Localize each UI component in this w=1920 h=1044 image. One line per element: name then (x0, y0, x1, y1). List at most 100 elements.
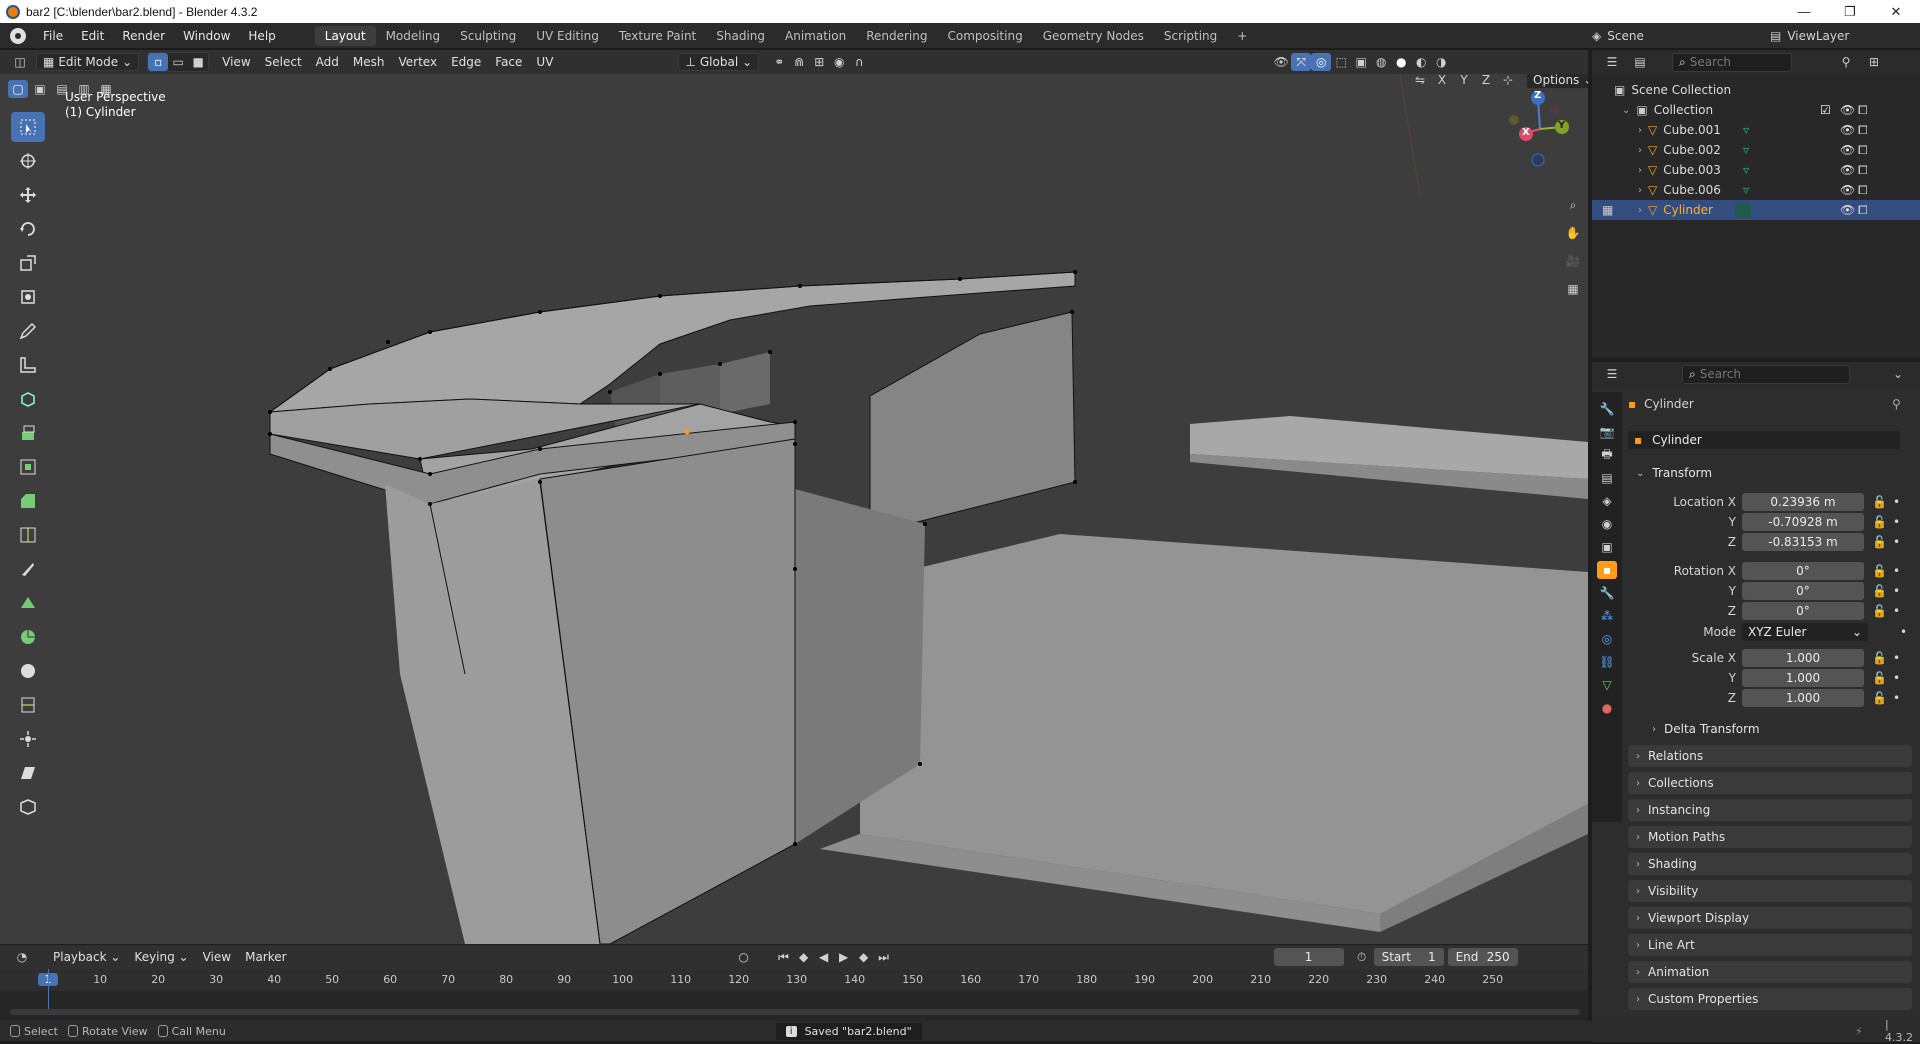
menu-add[interactable]: Add (309, 53, 346, 71)
location-z-field[interactable]: -0.83153 m (1742, 533, 1864, 551)
minimize-button[interactable]: — (1781, 0, 1827, 23)
jump-start-icon[interactable]: ⏮ (774, 948, 794, 966)
jump-end-icon[interactable]: ⏭ (874, 948, 894, 966)
keyframe-dot-icon[interactable]: • (1893, 564, 1900, 578)
outliner-item-cube-001[interactable]: › ▽ Cube.001 ▿ 👁 ⧠ (1592, 120, 1920, 140)
lock-icon[interactable]: 🔓 (1872, 651, 1887, 665)
smooth-tool[interactable] (11, 656, 45, 686)
new-collection-icon[interactable]: ⊞ (1864, 53, 1884, 71)
menu-mesh[interactable]: Mesh (346, 53, 392, 71)
outliner-item-cylinder[interactable]: ▦ › ▽ Cylinder 👁 ⧠ (1592, 200, 1920, 220)
loop-cut-tool[interactable] (11, 520, 45, 550)
menu-select[interactable]: Select (258, 53, 309, 71)
keyframe-dot-icon[interactable]: • (1893, 671, 1900, 685)
start-frame-field[interactable]: Start 1 (1373, 948, 1444, 966)
panel-animation[interactable]: › Animation (1628, 961, 1912, 983)
panel-collections[interactable]: › Collections (1628, 772, 1912, 794)
poly-build-tool[interactable] (11, 588, 45, 618)
panel-custom-properties[interactable]: › Custom Properties (1628, 988, 1912, 1010)
menu-uv[interactable]: UV (529, 53, 560, 71)
scene-selector[interactable]: ◈ Scene (1592, 26, 1742, 46)
render-camera-icon[interactable]: ⧠ (1858, 203, 1868, 218)
next-keyframe-icon[interactable]: ◆ (854, 948, 874, 966)
render-camera-icon[interactable]: ⧠ (1858, 163, 1868, 178)
panel-relations[interactable]: › Relations (1628, 745, 1912, 767)
modifiers-tab-icon[interactable]: 🔧 (1597, 584, 1617, 602)
grid-perspective-icon[interactable]: ▦ (1563, 280, 1583, 298)
editor-type-icon[interactable]: ◫ (10, 53, 30, 71)
navigation-gizmo[interactable]: Z Y X (1500, 89, 1580, 169)
collection-tab-icon[interactable]: ▣ (1597, 538, 1617, 556)
menu-timeline-view[interactable]: View (196, 948, 238, 966)
eye-icon[interactable]: 👁 (1840, 203, 1855, 217)
3d-viewport[interactable]: ▢ ▣ ▤ ▥ ▦ User Perspective (1) Cylinder … (0, 74, 1588, 944)
lock-icon[interactable]: 🔓 (1872, 671, 1887, 685)
lock-icon[interactable]: 🔓 (1872, 584, 1887, 598)
panel-motion-paths[interactable]: › Motion Paths (1628, 826, 1912, 848)
constraints-tab-icon[interactable]: ⛓ (1597, 653, 1617, 671)
panel-line-art[interactable]: › Line Art (1628, 934, 1912, 956)
zoom-icon[interactable]: ⌕ (1563, 196, 1583, 214)
render-tab-icon[interactable]: 📷 (1597, 423, 1617, 441)
scale-tool[interactable] (11, 248, 45, 278)
face-select-icon[interactable]: ■ (188, 53, 208, 71)
tab-uv-editing[interactable]: UV Editing (526, 26, 609, 46)
add-cube-tool[interactable] (11, 384, 45, 414)
select-box-tool[interactable] (11, 112, 45, 142)
outliner-collection[interactable]: ⌄ ▣ Collection ☑ 👁 ⧠ (1592, 100, 1920, 120)
panel-shading[interactable]: › Shading (1628, 853, 1912, 875)
lock-icon[interactable]: 🔓 (1872, 691, 1887, 705)
rotation-mode-dropdown[interactable]: XYZ Euler ⌄ (1742, 623, 1868, 641)
spin-tool[interactable] (11, 622, 45, 652)
keyframe-dot-icon[interactable]: • (1900, 625, 1907, 639)
viewlayer-selector[interactable]: ▤ ViewLayer (1770, 26, 1910, 46)
scale-y-field[interactable]: 1.000 (1742, 669, 1864, 687)
close-button[interactable]: ✕ (1873, 0, 1919, 23)
scene-tab-icon[interactable]: ◈ (1597, 492, 1617, 510)
timeline-scrollbar[interactable] (10, 1009, 1580, 1015)
scale-x-field[interactable]: 1.000 (1742, 649, 1864, 667)
outliner-item-cube-002[interactable]: › ▽ Cube.002 ▿ 👁 ⧠ (1592, 140, 1920, 160)
timeline-ruler[interactable]: 1102030405060708090100110120130140150160… (0, 969, 1588, 991)
rendered-shading-icon[interactable]: ◑ (1431, 53, 1451, 71)
tab-geometry-nodes[interactable]: Geometry Nodes (1033, 26, 1154, 46)
keyframe-dot-icon[interactable]: • (1893, 584, 1900, 598)
tool-tab-icon[interactable]: 🔧 (1597, 400, 1617, 418)
data-tab-icon[interactable]: ▽ (1597, 676, 1617, 694)
timeline-body[interactable]: 1102030405060708090100110120130140150160… (0, 969, 1588, 1021)
eye-icon[interactable]: 👁 (1840, 183, 1855, 197)
mesh-overlays-icon[interactable]: ⬚ (1331, 53, 1351, 71)
chevron-down-icon[interactable]: ⌄ (1888, 365, 1908, 383)
location-y-field[interactable]: -0.70928 m (1742, 513, 1864, 531)
prev-keyframe-icon[interactable]: ◆ (794, 948, 814, 966)
lock-icon[interactable]: 🔓 (1872, 564, 1887, 578)
properties-search[interactable]: ⌕ Search (1682, 364, 1850, 384)
keyframe-dot-icon[interactable]: • (1893, 535, 1900, 549)
outliner-item-cube-003[interactable]: › ▽ Cube.003 ▿ 👁 ⧠ (1592, 160, 1920, 180)
auto-keying-icon[interactable]: ○ (734, 948, 754, 966)
editor-type-icon[interactable]: ☰ (1602, 365, 1622, 383)
pin-icon[interactable]: ⚲ (1892, 397, 1901, 411)
snap-icon[interactable]: ⋒ (789, 53, 809, 71)
tab-compositing[interactable]: Compositing (937, 26, 1032, 46)
rotation-y-field[interactable]: 0° (1742, 582, 1864, 600)
transform-tool[interactable] (11, 282, 45, 312)
render-camera-icon[interactable]: ⧠ (1858, 123, 1868, 138)
timeline-editor-icon[interactable]: ◔ (12, 948, 32, 966)
visibility-icon[interactable]: 👁 (1271, 53, 1291, 71)
rotate-tool[interactable] (11, 214, 45, 244)
menu-keying[interactable]: Keying ⌄ (127, 948, 195, 966)
vertex-select-icon[interactable]: ▫ (148, 53, 169, 71)
orientation-dropdown[interactable]: ⊥ Global ⌄ (678, 53, 760, 71)
annotate-tool[interactable] (11, 316, 45, 346)
menu-edge[interactable]: Edge (444, 53, 488, 71)
panel-viewport-display[interactable]: › Viewport Display (1628, 907, 1912, 929)
render-camera-icon[interactable]: ⧠ (1858, 143, 1868, 158)
bevel-tool[interactable] (11, 486, 45, 516)
menu-render[interactable]: Render (113, 29, 174, 43)
delta-transform-subpanel[interactable]: › Delta Transform (1644, 718, 1912, 740)
falloff-icon[interactable]: ∩ (849, 53, 869, 71)
edge-slide-tool[interactable] (11, 690, 45, 720)
proportional-edit-icon[interactable]: ◉ (829, 53, 849, 71)
eye-icon[interactable]: 👁 (1840, 163, 1855, 177)
